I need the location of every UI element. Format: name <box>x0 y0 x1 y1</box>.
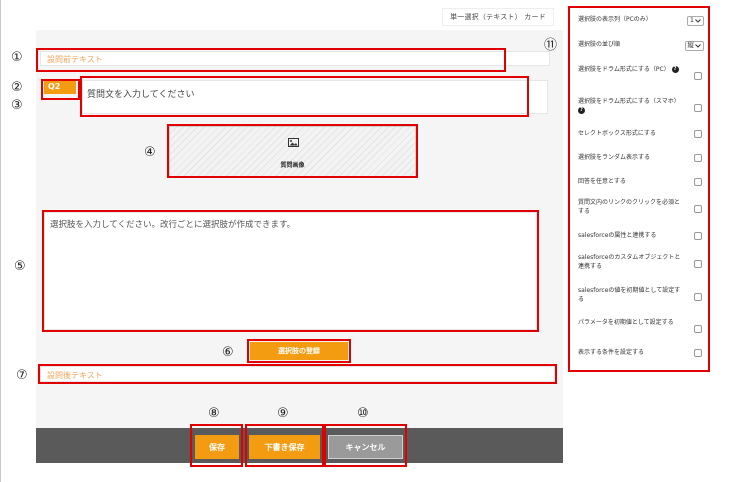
marker-6: ⑥ <box>222 345 234 360</box>
setting-item-label: 選択肢をランダム表示する <box>578 154 651 161</box>
setting-checkbox[interactable] <box>694 72 702 80</box>
setting-item-label: salesforceの属性と連携する <box>578 232 657 239</box>
marker-7: ⑦ <box>16 368 28 383</box>
setting-checkbox[interactable] <box>694 178 702 186</box>
setting-checkbox[interactable] <box>694 130 702 138</box>
setting-item-label: salesforceのカスタムオブジェクトと連携する <box>578 254 681 270</box>
setting-checkbox[interactable] <box>694 154 702 162</box>
setting-item: salesforceのカスタムオブジェクトと連携する <box>578 254 706 271</box>
marker-8: ⑧ <box>208 406 220 421</box>
highlight-8 <box>190 424 243 467</box>
highlight-4 <box>167 124 418 178</box>
setting-checkbox[interactable] <box>694 104 702 112</box>
question-type-label: 単一選択（テキスト） カード <box>442 8 554 26</box>
highlight-2 <box>41 79 80 100</box>
highlight-5 <box>42 210 539 332</box>
setting-item: salesforceの属性と連携する <box>578 232 706 241</box>
order-select[interactable]: 縦 <box>684 41 704 51</box>
setting-checkbox[interactable] <box>694 232 702 240</box>
chevron-down-icon <box>695 19 701 23</box>
marker-10: ⑩ <box>357 406 369 421</box>
setting-columns-label: 選択肢の表示列（PCのみ） <box>578 16 652 23</box>
marker-3: ③ <box>11 98 23 113</box>
setting-checkbox[interactable] <box>694 205 702 213</box>
setting-checkbox[interactable] <box>694 349 702 357</box>
setting-item-label: salesforceの値を初期値として設定する <box>578 287 681 303</box>
highlight-6 <box>247 339 351 363</box>
setting-item-label: 選択肢をドラム形式にする（スマホ） <box>578 98 680 105</box>
order-select-value: 縦 <box>687 41 695 50</box>
setting-item: salesforceの値を初期値として設定する <box>578 287 706 304</box>
setting-order-label: 選択肢の並び順 <box>578 41 621 48</box>
setting-item: 表示する条件を設定する <box>578 349 706 358</box>
highlight-7 <box>38 364 557 384</box>
setting-checkbox[interactable] <box>694 260 702 268</box>
setting-item-label: 質問文内のリンクのクリックを必須とする <box>578 199 681 215</box>
marker-4: ④ <box>144 145 156 160</box>
chevron-down-icon <box>695 44 701 48</box>
help-icon[interactable]: ? <box>671 66 679 73</box>
marker-5: ⑤ <box>14 259 26 274</box>
setting-item: パラメータを初期値として設定する <box>578 319 706 333</box>
columns-select-value: 1 <box>689 16 694 25</box>
setting-item: 選択肢をドラム形式にする（PC） ? <box>578 66 706 80</box>
highlight-3 <box>80 76 529 117</box>
marker-2: ② <box>11 80 23 95</box>
setting-item-label: 表示する条件を設定する <box>578 349 645 356</box>
settings-panel: 選択肢の表示列（PCのみ） 1 選択肢の並び順 縦 選択肢をドラム形式にする（P… <box>568 6 710 372</box>
setting-item: 質問文内のリンクのクリックを必須とする <box>578 199 706 216</box>
setting-item: 選択肢をランダム表示する <box>578 154 706 163</box>
setting-item-label: パラメータを初期値として設定する <box>578 319 674 326</box>
setting-item: セレクトボックス形式にする <box>578 130 706 139</box>
left-border <box>0 0 1 482</box>
highlight-1 <box>36 48 506 72</box>
setting-item-label: 選択肢をドラム形式にする（PC） <box>578 66 670 73</box>
setting-item-label: セレクトボックス形式にする <box>578 130 656 137</box>
setting-checkbox[interactable] <box>694 325 702 333</box>
marker-9: ⑨ <box>277 406 289 421</box>
setting-columns: 選択肢の表示列（PCのみ） 1 <box>578 16 706 26</box>
setting-checkbox[interactable] <box>694 293 702 301</box>
setting-item: 回答を任意とする <box>578 178 706 187</box>
columns-select[interactable]: 1 <box>686 16 704 26</box>
help-icon[interactable]: ? <box>578 106 585 114</box>
setting-item-label: 回答を任意とする <box>578 178 626 185</box>
marker-1: ① <box>11 50 23 65</box>
highlight-9 <box>245 424 324 467</box>
setting-order: 選択肢の並び順 縦 <box>578 41 706 51</box>
highlight-10 <box>324 424 407 467</box>
setting-item: 選択肢をドラム形式にする（スマホ） ? <box>578 98 706 115</box>
